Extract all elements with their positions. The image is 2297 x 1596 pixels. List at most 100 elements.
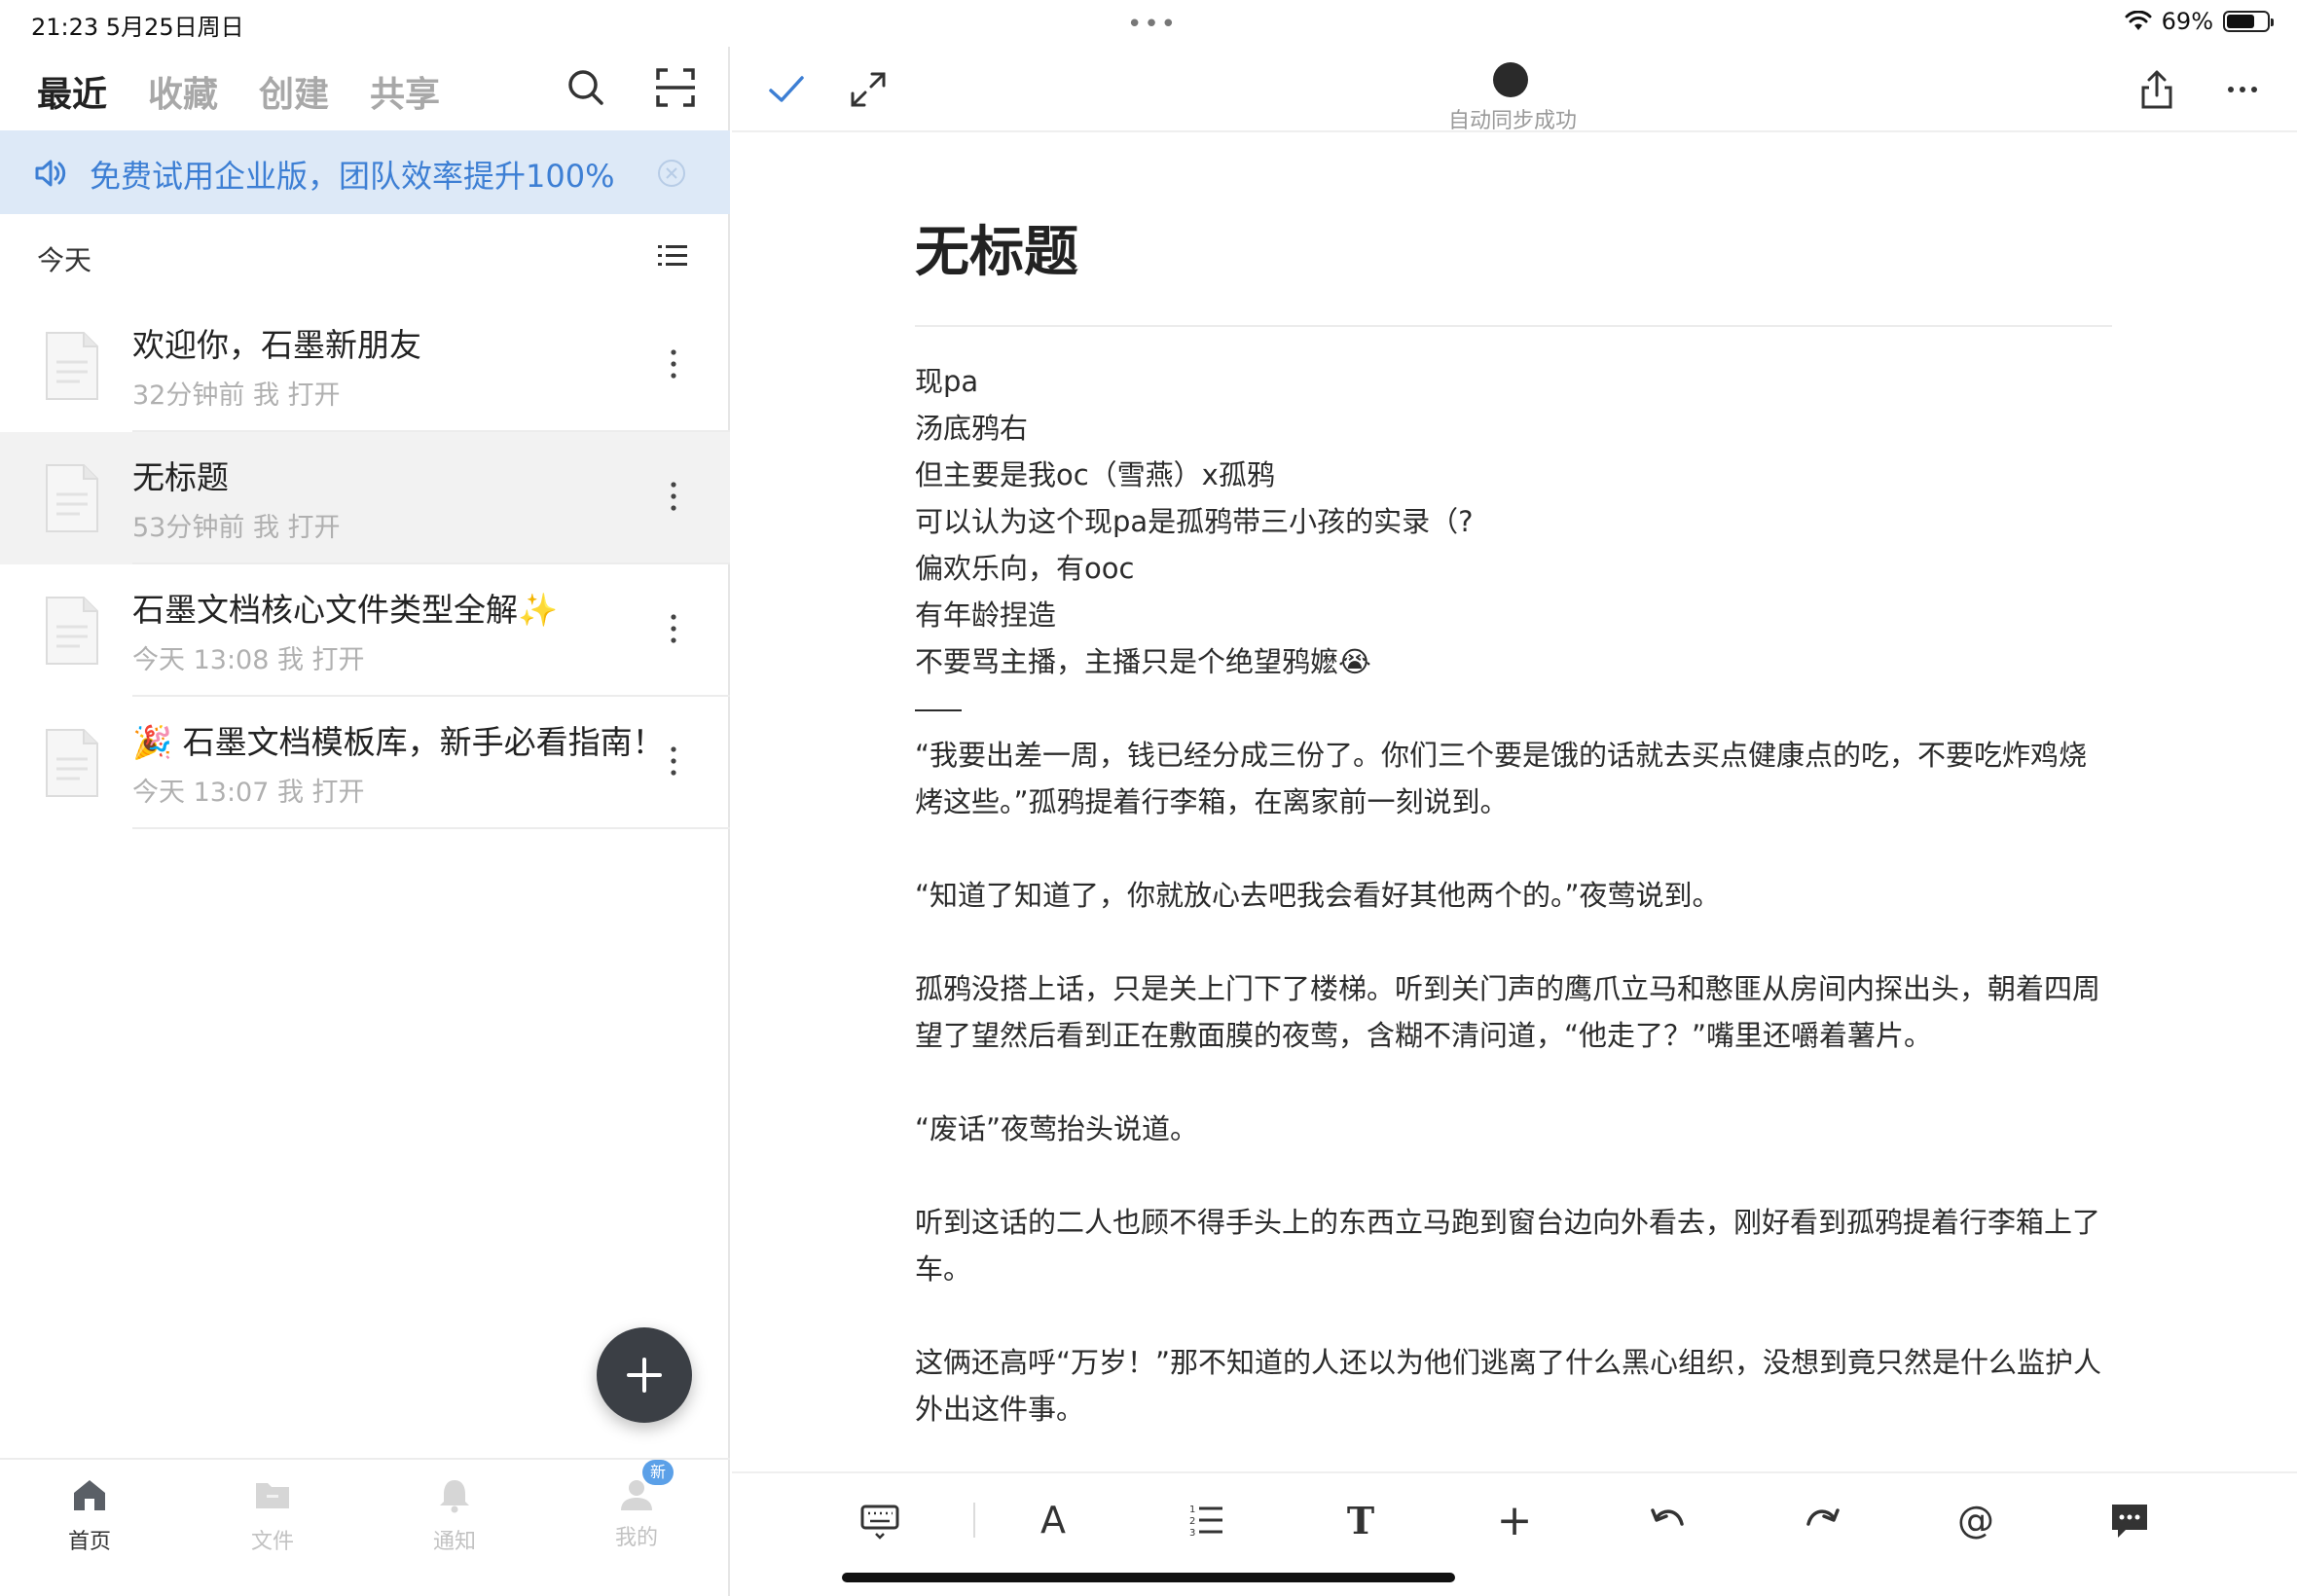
folder-icon: [256, 1483, 289, 1508]
svg-text:3: 3: [1189, 1528, 1195, 1539]
status-time: 21:23 5月25日周日: [31, 14, 244, 41]
font-style-button[interactable]: A: [1030, 1497, 1076, 1543]
sync-status: 自动同步成功: [1448, 109, 1578, 133]
home-indicator[interactable]: [842, 1573, 1455, 1582]
document-file-icon: [46, 464, 98, 532]
body-line: 有年龄捏造: [915, 598, 1057, 632]
body-line: 汤底鸦右: [915, 412, 1029, 445]
share-icon[interactable]: [2135, 68, 2178, 111]
profile-icon-wrap: 新: [617, 1460, 674, 1514]
list-item[interactable]: 石墨文档核心文件类型全解✨ 今天 13:08 我 打开: [0, 564, 730, 697]
document-meta: 今天 13:08 我 打开: [132, 645, 365, 675]
editor-top-toolbar: 自动同步成功: [732, 47, 2297, 133]
status-bar: 21:23 5月25日周日 ••• 69%: [0, 0, 2297, 47]
redo-icon[interactable]: [1799, 1497, 1845, 1543]
text-style-button[interactable]: T: [1337, 1497, 1384, 1543]
comment-icon[interactable]: [2106, 1497, 2153, 1543]
more-horizontal-icon[interactable]: [2221, 68, 2264, 111]
document-body[interactable]: 现pa 汤底鸦右 但主要是我oc（雪燕）x孤鸦 可以认为这个现pa是孤鸦带三小孩…: [915, 358, 2112, 1433]
body-line: 可以认为这个现pa是孤鸦带三小孩的实录（?: [915, 505, 1474, 538]
multitask-dots-icon[interactable]: •••: [1127, 10, 1178, 39]
bottom-nav: 首页 文件 通知 新 我的: [0, 1458, 730, 1596]
document-meta: 32分钟前 我 打开: [132, 381, 341, 411]
speaker-icon: [35, 160, 66, 187]
body-paragraph: “我要出差一周，钱已经分成三份了。你们三个要是饿的话就去买点健康点的吃，不要吃炸…: [915, 739, 2088, 818]
list-item[interactable]: 无标题 53分钟前 我 打开: [0, 432, 730, 564]
nav-notifications[interactable]: 通知: [396, 1475, 513, 1555]
nav-notifications-label: 通知: [432, 1530, 476, 1554]
nav-profile-label: 我的: [614, 1526, 658, 1550]
document-file-icon: [46, 729, 98, 797]
body-paragraph: 这俩还高呼“万岁！”那不知道的人还以为他们逃离了什么黑心组织，没想到竟只然是什么…: [915, 1346, 2102, 1426]
nav-home-label: 首页: [67, 1530, 111, 1554]
document-file-icon: [46, 597, 98, 665]
checkmark-icon[interactable]: [765, 68, 808, 111]
document-meta: 53分钟前 我 打开: [132, 513, 341, 543]
nav-files[interactable]: 文件: [214, 1475, 331, 1555]
avatar: [1493, 62, 1528, 97]
document-title: 石墨文档核心文件类型全解✨: [132, 591, 559, 629]
body-line: 但主要是我oc（雪燕）x孤鸦: [915, 458, 1275, 491]
body-paragraph: “废话”夜莺抬头说道。: [915, 1112, 1199, 1145]
body-paragraph: “知道了知道了，你就放心去吧我会看好其他两个的。”夜莺说到。: [915, 879, 1721, 912]
svg-text:1: 1: [1189, 1505, 1195, 1515]
new-badge: 新: [642, 1460, 674, 1485]
close-icon[interactable]: [656, 158, 687, 189]
body-paragraph: 孤鸦没搭上话，只是关上门下了楼梯。听到关门声的鹰爪立马和憨匪从房间内探出头，朝着…: [915, 972, 2101, 1052]
battery-fill: [2227, 15, 2254, 28]
insert-button[interactable]: +: [1491, 1496, 1538, 1545]
title-divider: [915, 325, 2112, 327]
scan-icon[interactable]: [652, 64, 699, 111]
status-right: 69%: [2125, 8, 2274, 35]
body-line: 偏欢乐向，有ooc: [915, 552, 1135, 585]
document-meta: 今天 13:07 我 打开: [132, 778, 365, 808]
undo-icon[interactable]: [1645, 1497, 1692, 1543]
document-list-pane: 最近 收藏 创建 共享 免费试用企业版，团队效率提升100% 今天 欢迎你，石墨…: [0, 47, 730, 1596]
nav-profile[interactable]: 新 我的: [578, 1460, 695, 1551]
nav-files-label: 文件: [250, 1530, 294, 1554]
list-view-icon[interactable]: [658, 243, 687, 269]
expand-icon[interactable]: [847, 68, 890, 111]
promo-text: 免费试用企业版，团队效率提升100%: [90, 158, 615, 195]
document-list: 欢迎你，石墨新朋友 32分钟前 我 打开 无标题 53分钟前 我 打开 石墨文档…: [0, 300, 730, 829]
document-title: 🎉 石墨文档模板库，新手必看指南！: [132, 723, 665, 761]
section-label: 今天: [37, 244, 92, 276]
more-vertical-icon[interactable]: [662, 345, 685, 383]
separator-line: [915, 685, 2112, 732]
section-header: 今天: [0, 214, 730, 300]
list-item[interactable]: 欢迎你，石墨新朋友 32分钟前 我 打开: [0, 300, 730, 432]
tab-recent[interactable]: 最近: [37, 66, 107, 117]
tab-favorites[interactable]: 收藏: [148, 66, 218, 117]
list-item[interactable]: 🎉 石墨文档模板库，新手必看指南！ 今天 13:07 我 打开: [0, 697, 730, 829]
mention-button[interactable]: @: [1952, 1497, 1999, 1543]
document-title-heading[interactable]: 无标题: [915, 208, 1078, 287]
document-title: 欢迎你，石墨新朋友: [132, 326, 421, 364]
body-line: 不要骂主播，主播只是个绝望鸦嬷😭: [915, 645, 1371, 678]
divider: [132, 827, 730, 829]
numbered-list-icon[interactable]: 1 2 3: [1184, 1497, 1230, 1543]
tab-shared[interactable]: 共享: [370, 66, 440, 117]
svg-text:2: 2: [1189, 1516, 1195, 1527]
toolbar-divider: [973, 1503, 975, 1538]
battery-icon: [2223, 11, 2274, 32]
body-line: 现pa: [915, 365, 979, 398]
battery-percent: 69%: [2161, 8, 2213, 35]
more-vertical-icon[interactable]: [662, 742, 685, 780]
create-document-button[interactable]: [597, 1327, 692, 1423]
wifi-icon: [2125, 11, 2152, 30]
nav-home[interactable]: 首页: [31, 1475, 148, 1555]
promo-banner[interactable]: 免费试用企业版，团队效率提升100%: [0, 130, 730, 214]
home-icon: [74, 1480, 105, 1510]
keyboard-icon[interactable]: [857, 1497, 903, 1543]
tab-created[interactable]: 创建: [259, 66, 329, 117]
search-icon[interactable]: [563, 64, 609, 111]
top-nav: 最近 收藏 创建 共享: [0, 47, 730, 130]
more-vertical-icon[interactable]: [662, 609, 685, 648]
more-vertical-icon[interactable]: [662, 477, 685, 516]
plus-icon: [627, 1358, 662, 1393]
